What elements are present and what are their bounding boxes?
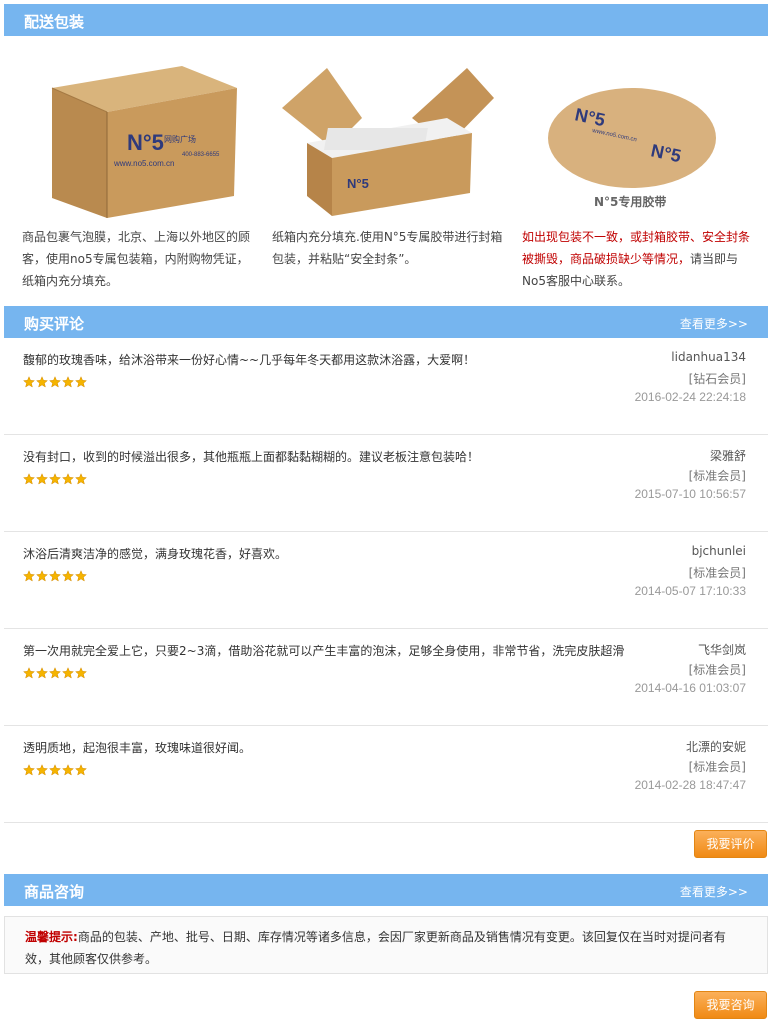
review-time: 2014-05-07 17:10:33 bbox=[634, 584, 746, 598]
rating-stars bbox=[22, 473, 88, 488]
review-user: 北漂的安妮 bbox=[685, 740, 746, 754]
member-level: [标准会员] bbox=[688, 663, 746, 677]
tip-text-1: 商品的包装、产地、批号、日期、库存情况等诸多信息，会因厂家更新商品及销售情况有变… bbox=[77, 930, 726, 944]
rating-stars bbox=[22, 570, 88, 585]
review-time: 2015-07-10 10:56:57 bbox=[634, 487, 746, 501]
review-user: bjchunlei bbox=[691, 544, 746, 558]
rating-stars bbox=[22, 667, 88, 682]
ask-question-button[interactable]: 我要咨询 bbox=[694, 991, 767, 1019]
rating-stars bbox=[22, 764, 88, 779]
closed-box-image: N°5 网购广场 www.no5.com.cn 400-883-6655 bbox=[22, 48, 267, 218]
star-icon bbox=[61, 764, 75, 779]
tip-label: 温馨提示: bbox=[25, 930, 78, 944]
tape-image: N°5 N°5 www.no5.com.cn N°5专用胶带 bbox=[522, 48, 767, 218]
star-icon bbox=[74, 667, 88, 682]
review-row: 没有封口，收到的时候溢出很多，其他瓶瓶上面都黏黏糊糊的。建议老板注意包装哈！ 梁雅… bbox=[4, 435, 768, 532]
packaging-column-tape: N°5 N°5 www.no5.com.cn N°5专用胶带 bbox=[522, 48, 767, 218]
review-content: 馥郁的玫瑰香味，给沐浴带来一份好心情~~几乎每年冬天都用这款沐浴露，大爱啊！ bbox=[23, 353, 476, 367]
review-row: 沐浴后清爽洁净的感觉，满身玫瑰花香，好喜欢。 bjchunlei [标准会员] 201… bbox=[4, 532, 768, 629]
packaging-column-open-box: N°5 bbox=[272, 48, 517, 218]
open-box-image: N°5 bbox=[272, 48, 517, 218]
packaging-text-1: 商品包裹气泡膜，北京、上海以外地区的顾 客，使用no5专属包装箱，内附购物凭证，… bbox=[22, 230, 251, 288]
packaging-header: 配送包装 bbox=[4, 4, 768, 36]
star-icon bbox=[48, 570, 62, 585]
svg-text:N°5: N°5 bbox=[347, 176, 369, 191]
star-icon bbox=[22, 764, 36, 779]
star-icon bbox=[74, 473, 88, 488]
star-icon bbox=[74, 376, 88, 391]
review-row: 透明质地，起泡很丰富，玫瑰味道很好闻。 北漂的安妮 [标准会员] 2014-02-28… bbox=[4, 726, 768, 823]
tape-caption: N°5专用胶带 bbox=[594, 194, 666, 209]
review-content: 沐浴后清爽洁净的感觉，满身玫瑰花香，好喜欢。 bbox=[23, 547, 288, 561]
review-row: 第一次用就完全爱上它，只要2~3滴，借助浴花就可以产生丰富的泡沫，足够全身使用，… bbox=[4, 629, 768, 726]
member-level: [钻石会员] bbox=[688, 372, 746, 386]
star-icon bbox=[35, 764, 49, 779]
box-url-text: www.no5.com.cn bbox=[113, 159, 174, 168]
star-icon bbox=[48, 667, 62, 682]
review-content: 透明质地，起泡很丰富，玫瑰味道很好闻。 bbox=[23, 741, 252, 755]
star-icon bbox=[48, 376, 62, 391]
packaging-column-closed-box: N°5 网购广场 www.no5.com.cn 400-883-6655 bbox=[22, 48, 267, 218]
star-icon bbox=[48, 473, 62, 488]
rating-stars bbox=[22, 376, 88, 391]
star-icon bbox=[61, 473, 75, 488]
box-phone-text: 400-883-6655 bbox=[182, 152, 220, 158]
review-content: 第一次用就完全爱上它，只要2~3滴，借助浴花就可以产生丰富的泡沫，足够全身使用，… bbox=[23, 644, 625, 658]
member-level: [标准会员] bbox=[688, 469, 746, 483]
star-icon bbox=[22, 570, 36, 585]
packaging-text-2: 纸箱内充分填充.使用N°5专属胶带进行封箱 包装，并粘贴“安全封条”。 bbox=[272, 230, 503, 266]
consult-title: 商品咨询 bbox=[24, 883, 85, 901]
star-icon bbox=[22, 376, 36, 391]
review-row: 馥郁的玫瑰香味，给沐浴带来一份好心情~~几乎每年冬天都用这款沐浴露，大爱啊！ li… bbox=[4, 338, 768, 435]
star-icon bbox=[35, 376, 49, 391]
box-brand-text: N°5 bbox=[127, 130, 164, 155]
review-user: lidanhua134 bbox=[671, 350, 746, 364]
star-icon bbox=[61, 667, 75, 682]
review-user: 飞华剑岚 bbox=[697, 643, 746, 657]
reviews-title: 购买评论 bbox=[24, 315, 85, 333]
packaging-title: 配送包装 bbox=[24, 13, 85, 31]
reviews-header: 购买评论 查看更多>> bbox=[4, 306, 768, 338]
review-time: 2014-02-28 18:47:47 bbox=[634, 778, 746, 792]
box-brand-sub-text: 网购广场 bbox=[164, 134, 196, 144]
review-time: 2016-02-24 22:24:18 bbox=[634, 390, 746, 404]
star-icon bbox=[74, 570, 88, 585]
star-icon bbox=[22, 473, 36, 488]
star-icon bbox=[61, 376, 75, 391]
consult-more-link[interactable]: 查看更多>> bbox=[680, 883, 748, 900]
review-content: 没有封口，收到的时候溢出很多，其他瓶瓶上面都黏黏糊糊的。建议老板注意包装哈！ bbox=[23, 450, 480, 464]
write-review-button[interactable]: 我要评价 bbox=[694, 830, 767, 858]
star-icon bbox=[35, 473, 49, 488]
reviews-more-link[interactable]: 查看更多>> bbox=[680, 315, 748, 332]
review-time: 2014-04-16 01:03:07 bbox=[634, 681, 746, 695]
packaging-text-3: 如出现包装不一致，或封箱胶带、安全封条 被撕毁，商品破损缺少等情况，请当即与 N… bbox=[522, 230, 751, 288]
star-icon bbox=[61, 570, 75, 585]
member-level: [标准会员] bbox=[688, 760, 746, 774]
consult-header: 商品咨询 查看更多>> bbox=[4, 874, 768, 906]
member-level: [标准会员] bbox=[688, 566, 746, 580]
star-icon bbox=[74, 764, 88, 779]
review-user: 梁雅舒 bbox=[709, 449, 746, 463]
star-icon bbox=[48, 764, 62, 779]
consult-tip-box: 温馨提示:商品的包装、产地、批号、日期、库存情况等诸多信息，会因厂家更新商品及销… bbox=[4, 916, 768, 974]
tip-text-2: 效，其他顾客仅供参考。 bbox=[25, 952, 158, 966]
star-icon bbox=[22, 667, 36, 682]
star-icon bbox=[35, 667, 49, 682]
star-icon bbox=[35, 570, 49, 585]
